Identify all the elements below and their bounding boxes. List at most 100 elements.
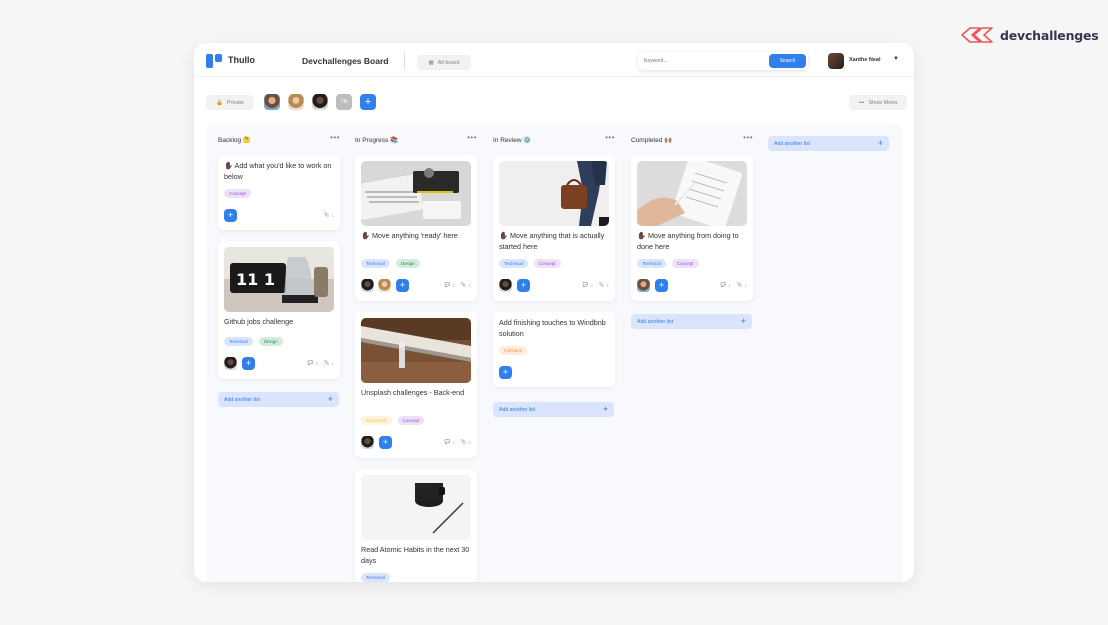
- member-avatar[interactable]: [264, 94, 280, 110]
- add-member-button[interactable]: +: [517, 279, 530, 292]
- user-name[interactable]: Xanthe Neal: [849, 57, 880, 63]
- card-title: ✋🏿 Move anything from doing to done here: [637, 231, 739, 251]
- column-title: Backlog 🤔: [218, 137, 252, 144]
- column-header-backlog: Backlog 🤔 •••: [218, 133, 340, 146]
- more-icon[interactable]: •••: [330, 133, 340, 142]
- member-initials-avatar[interactable]: TN: [336, 94, 352, 110]
- tag-list: Document Concept: [361, 416, 425, 425]
- add-member-button[interactable]: +: [499, 366, 512, 379]
- add-list-label: Add another list: [774, 140, 811, 147]
- show-menu-label: Show Menu: [868, 99, 898, 106]
- show-menu-button[interactable]: ••• Show Menu: [849, 95, 907, 110]
- avatar[interactable]: [637, 279, 650, 292]
- card[interactable]: ✋🏿 Move anything 'ready' here Technical …: [355, 155, 477, 301]
- lock-icon: 🔒: [216, 99, 223, 106]
- avatar[interactable]: [361, 279, 374, 292]
- add-member-button[interactable]: +: [224, 209, 237, 222]
- tag: Technical: [224, 337, 253, 346]
- add-another-list-button[interactable]: Add another list +: [768, 136, 889, 151]
- search-button[interactable]: Search: [769, 54, 806, 68]
- attachment-count: 📎 1: [736, 282, 747, 288]
- board-title: Devchallenges Board: [302, 56, 389, 66]
- add-member-button[interactable]: +: [242, 357, 255, 370]
- topbar: Thullo Devchallenges Board ▦ All board S…: [194, 43, 914, 77]
- card[interactable]: 11 1 Github jobs challenge Technical Des…: [218, 241, 340, 379]
- card-title: Read Atomic Habits in the next 30 days: [361, 545, 470, 565]
- visibility-label: Private: [226, 99, 244, 106]
- member-avatar[interactable]: [288, 94, 304, 110]
- more-icon[interactable]: •••: [605, 133, 615, 142]
- app-name: Thullo: [228, 55, 255, 65]
- add-list-label: Add another list: [499, 406, 536, 413]
- card[interactable]: ✋🏿 Add what you'd like to work on below …: [218, 155, 340, 230]
- card-title: Add finishing touches to Windbnb solutio…: [499, 318, 606, 338]
- tag: Design: [395, 259, 420, 268]
- card-image: [361, 161, 471, 226]
- search-input[interactable]: [644, 55, 764, 67]
- card-title: ✋🏿 Move anything 'ready' here: [361, 231, 458, 240]
- card-title: Github jobs challenge: [224, 317, 294, 326]
- attachment-count: 📎 1: [460, 439, 471, 445]
- add-list-label: Add another list: [224, 396, 261, 403]
- member-avatar[interactable]: [312, 94, 328, 110]
- column-header-in-progress: In Progress 📚 •••: [355, 133, 477, 146]
- add-member-button[interactable]: +: [379, 436, 392, 449]
- card-footer: + 💬 2 📎 1: [499, 279, 609, 293]
- card-footer: +: [499, 366, 609, 380]
- attachment-count: 📎 1: [460, 282, 471, 288]
- add-member-button[interactable]: +: [360, 94, 376, 110]
- avatar[interactable]: [499, 279, 512, 292]
- add-another-list-button[interactable]: Add another list +: [218, 392, 339, 407]
- card[interactable]: ✋🏿 Move anything that is actually starte…: [493, 155, 615, 301]
- column-title: Completed 🙌🏽: [631, 137, 673, 144]
- user-avatar[interactable]: [828, 53, 844, 69]
- card-title: Unsplash challenges - Back-end: [361, 388, 465, 397]
- card-footer: + 📎 1: [224, 209, 334, 223]
- column-title: In Progress 📚: [355, 137, 399, 144]
- svg-text:11 1: 11 1: [236, 270, 275, 289]
- card-meta: 📎 1: [324, 212, 334, 218]
- comment-count: 💬 2: [444, 439, 455, 445]
- caret-down-icon[interactable]: ▼: [893, 56, 899, 62]
- card-title: ✋🏿 Move anything that is actually starte…: [499, 231, 605, 251]
- comment-count: 💬 2: [307, 360, 318, 366]
- add-another-list-button[interactable]: Add another list +: [493, 402, 614, 417]
- add-another-list-button[interactable]: Add another list +: [631, 314, 752, 329]
- tag: Fullstack: [499, 346, 527, 355]
- tag: Technical: [637, 259, 666, 268]
- card-meta: 💬 2 📎 1: [445, 282, 471, 288]
- tag-list: Technical Concept: [499, 259, 561, 268]
- card-title: ✋🏿 Add what you'd like to work on below: [224, 161, 332, 181]
- more-icon[interactable]: •••: [467, 133, 477, 142]
- card-footer: + 💬 2 📎 1: [361, 279, 471, 293]
- tag-list: Technical Design: [361, 259, 420, 268]
- card-image: [361, 318, 471, 383]
- more-icon[interactable]: •••: [743, 133, 753, 142]
- card-footer: + 💬 2 📎 1: [224, 357, 334, 371]
- card[interactable]: Read Atomic Habits in the next 30 days T…: [355, 469, 477, 582]
- avatar[interactable]: [378, 279, 391, 292]
- tag: Document: [361, 416, 392, 425]
- avatar[interactable]: [361, 436, 374, 449]
- plus-icon: +: [877, 138, 883, 148]
- attachment-count: 📎 1: [323, 360, 334, 366]
- visibility-button[interactable]: 🔒 Private: [206, 95, 254, 110]
- card-meta: 💬 2 📎 1: [583, 282, 609, 288]
- thullo-logo-icon: [206, 54, 222, 68]
- all-board-button[interactable]: ▦ All board: [417, 55, 471, 70]
- tag: Concept: [533, 259, 561, 268]
- avatar[interactable]: [224, 357, 237, 370]
- add-member-button[interactable]: +: [655, 279, 668, 292]
- card-image: 11 1: [224, 247, 334, 312]
- plus-icon: +: [327, 394, 333, 404]
- app-window: Thullo Devchallenges Board ▦ All board S…: [194, 43, 914, 582]
- card-image: [637, 161, 747, 226]
- card[interactable]: Unsplash challenges - Back-end Document …: [355, 312, 477, 458]
- card-image: [361, 475, 471, 540]
- tag-list: Fullstack: [499, 346, 527, 355]
- tag-list: Technical Concept: [637, 259, 699, 268]
- add-member-button[interactable]: +: [396, 279, 409, 292]
- card[interactable]: ✋🏿 Move anything from doing to done here…: [631, 155, 753, 301]
- card[interactable]: Add finishing touches to Windbnb solutio…: [493, 312, 615, 387]
- devchallenges-logo-icon: [961, 27, 993, 43]
